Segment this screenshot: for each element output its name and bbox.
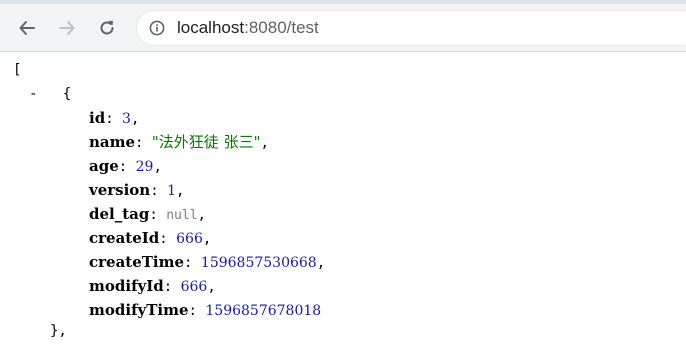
browser-toolbar: localhost:8080/test bbox=[0, 0, 686, 52]
object-open-brace: { bbox=[62, 86, 72, 102]
json-viewer: [ - { id: 3, name: "法外狂徒 张三", age: 29, v… bbox=[0, 52, 686, 346]
json-field-version: version: 1, bbox=[89, 181, 185, 199]
json-field-modify-id: modifyId: 666, bbox=[89, 277, 216, 295]
back-button[interactable] bbox=[13, 14, 41, 42]
reload-button[interactable] bbox=[93, 14, 121, 42]
json-field-name: name: "法外狂徒 张三", bbox=[89, 133, 269, 151]
json-field-create-id: createId: 666, bbox=[89, 229, 212, 247]
json-field-age: age: 29, bbox=[89, 157, 162, 175]
json-field-id: id: 3, bbox=[89, 109, 140, 127]
json-field-del-tag: del_tag: null, bbox=[89, 205, 206, 223]
back-icon bbox=[19, 21, 35, 35]
json-field-create-time: createTime: 1596857530668, bbox=[89, 253, 326, 271]
address-bar[interactable]: localhost:8080/test bbox=[137, 11, 686, 45]
forward-icon bbox=[59, 21, 75, 35]
url-text[interactable]: localhost:8080/test bbox=[177, 18, 319, 38]
json-field-modify-time: modifyTime: 1596857678018 bbox=[89, 301, 322, 319]
info-icon[interactable] bbox=[149, 20, 165, 36]
reload-icon bbox=[100, 20, 114, 35]
object-close-brace: }, bbox=[50, 323, 67, 339]
collapse-toggle-label: - bbox=[29, 86, 38, 102]
url-path: :8080/test bbox=[244, 18, 319, 37]
url-host: localhost bbox=[177, 18, 245, 37]
array-open-bracket: [ bbox=[13, 62, 22, 78]
forward-button[interactable] bbox=[53, 14, 81, 42]
collapse-toggle[interactable]: - { bbox=[29, 85, 71, 103]
